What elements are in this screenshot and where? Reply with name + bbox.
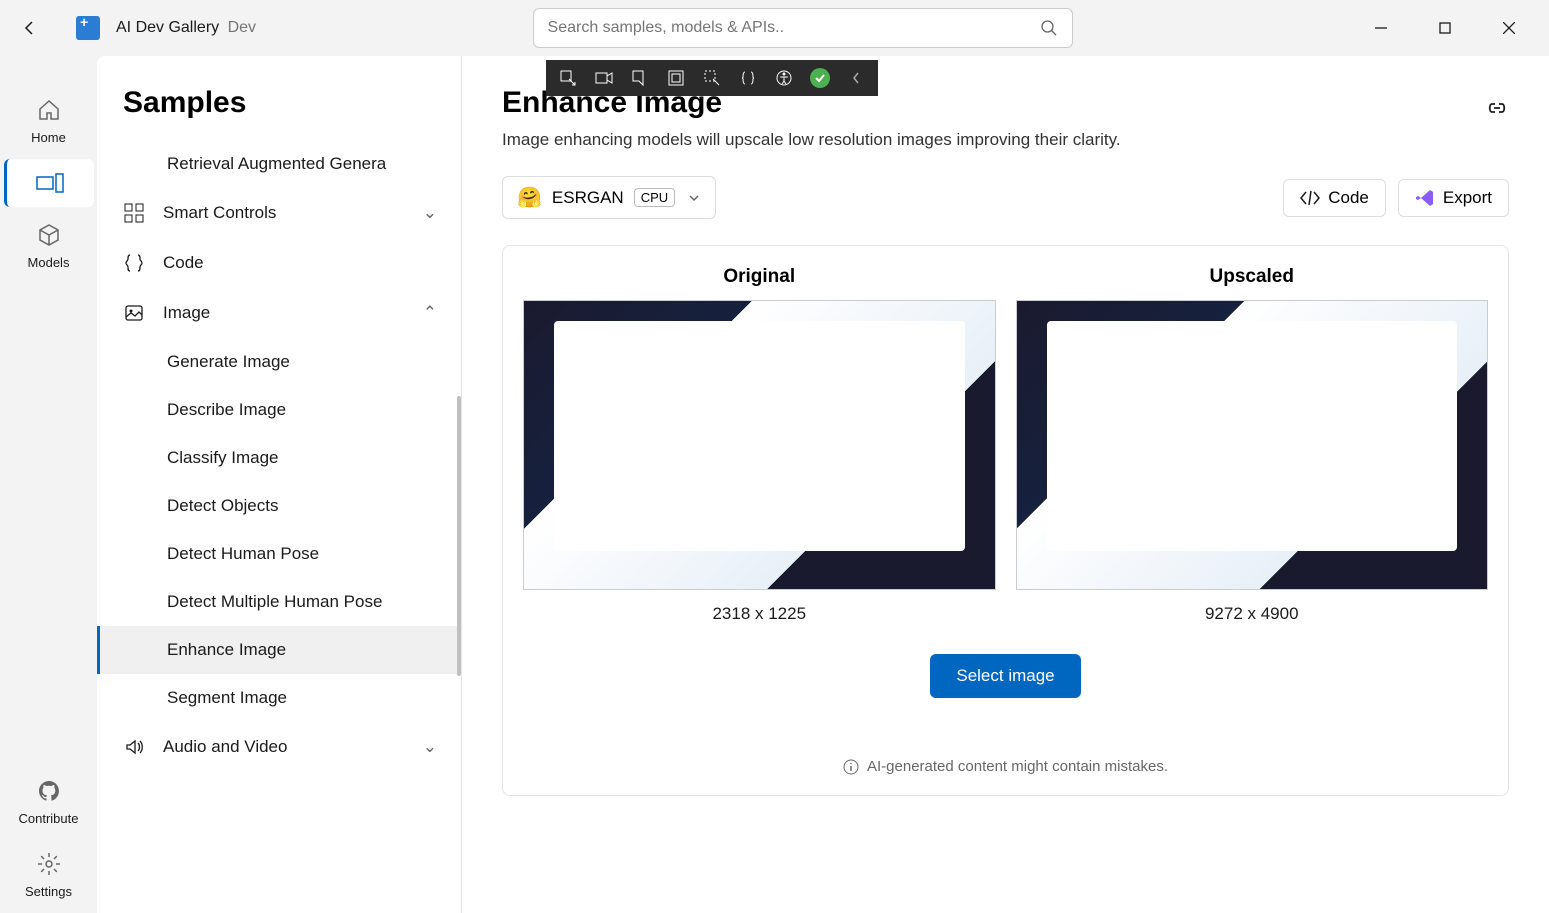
visual-studio-icon [1415, 188, 1435, 208]
track-icon[interactable] [694, 60, 730, 96]
gear-icon [35, 850, 63, 878]
compute-badge: CPU [634, 188, 675, 207]
image-icon [123, 302, 145, 324]
home-icon [35, 96, 63, 124]
huggingface-icon: 🤗 [517, 185, 542, 210]
code-icon [1300, 190, 1320, 206]
cube-icon [35, 221, 63, 249]
accessibility-icon[interactable] [766, 60, 802, 96]
highlight-icon[interactable] [622, 60, 658, 96]
chevron-down-icon: ⌄ [423, 203, 437, 223]
nav-samples[interactable] [4, 159, 94, 207]
close-button[interactable] [1477, 6, 1541, 50]
original-label: Original [723, 266, 795, 288]
app-title: AI Dev Gallery Dev [116, 19, 256, 37]
layout-icon[interactable] [658, 60, 694, 96]
braces-icon [123, 252, 145, 274]
model-selector[interactable]: 🤗 ESRGAN CPU [502, 176, 716, 219]
sidebar-item-enhance-image[interactable]: Enhance Image [97, 626, 461, 674]
back-button[interactable] [8, 6, 52, 50]
search-input[interactable] [533, 8, 1073, 48]
debug-toolbar[interactable] [546, 60, 878, 96]
chevron-up-icon: ⌃ [423, 303, 437, 323]
github-icon [35, 777, 63, 805]
maximize-button[interactable] [1413, 6, 1477, 50]
select-element-icon[interactable] [550, 60, 586, 96]
sidebar-item-detect-multiple-pose[interactable]: Detect Multiple Human Pose [97, 578, 461, 626]
sidebar-item-segment-image[interactable]: Segment Image [97, 674, 461, 722]
select-image-button[interactable]: Select image [930, 654, 1080, 698]
original-dimensions: 2318 x 1225 [712, 604, 806, 624]
sidebar-item-generate-image[interactable]: Generate Image [97, 338, 461, 386]
grid-icon [123, 202, 145, 224]
sidebar-item-classify-image[interactable]: Classify Image [97, 434, 461, 482]
nav-settings[interactable]: Settings [4, 840, 94, 909]
page-description: Image enhancing models will upscale low … [502, 130, 1509, 150]
nav-contribute[interactable]: Contribute [4, 767, 94, 836]
samples-icon [36, 169, 64, 197]
video-icon[interactable] [586, 60, 622, 96]
nav-models[interactable]: Models [4, 211, 94, 280]
sidebar-item-describe-image[interactable]: Describe Image [97, 386, 461, 434]
code-button[interactable]: Code [1283, 179, 1386, 217]
chevron-down-icon: ⌄ [423, 737, 437, 757]
export-button[interactable]: Export [1398, 179, 1509, 217]
link-icon[interactable] [1485, 96, 1509, 125]
sidebar-item-image[interactable]: Image ⌃ [97, 288, 461, 338]
nav-home[interactable]: Home [4, 86, 94, 155]
collapse-toolbar-icon[interactable] [838, 60, 874, 96]
sidebar-item-detect-human-pose[interactable]: Detect Human Pose [97, 530, 461, 578]
info-icon [843, 759, 859, 775]
braces-tool-icon[interactable] [730, 60, 766, 96]
sidebar-item-code[interactable]: Code [97, 238, 461, 288]
search-icon [1040, 19, 1058, 37]
sidebar-item-detect-objects[interactable]: Detect Objects [97, 482, 461, 530]
scrollbar[interactable] [457, 396, 461, 676]
app-icon [76, 16, 100, 40]
samples-sidebar: Samples Retrieval Augmented Genera Smart… [97, 56, 462, 913]
original-image [523, 300, 996, 590]
check-icon[interactable] [802, 60, 838, 96]
upscaled-dimensions: 9272 x 4900 [1205, 604, 1299, 624]
sidebar-item-rag[interactable]: Retrieval Augmented Genera [97, 140, 461, 188]
audio-icon [123, 736, 145, 758]
ai-disclaimer: AI-generated content might contain mista… [523, 758, 1488, 775]
sidebar-item-smart-controls[interactable]: Smart Controls ⌄ [97, 188, 461, 238]
sidebar-item-audio-video[interactable]: Audio and Video ⌄ [97, 722, 461, 772]
samples-title: Samples [97, 86, 461, 140]
minimize-button[interactable] [1349, 6, 1413, 50]
chevron-down-icon [687, 191, 701, 205]
upscaled-image [1016, 300, 1489, 590]
upscaled-label: Upscaled [1210, 266, 1294, 288]
compare-card: Original 2318 x 1225 Upscaled 9272 x 490… [502, 245, 1509, 796]
